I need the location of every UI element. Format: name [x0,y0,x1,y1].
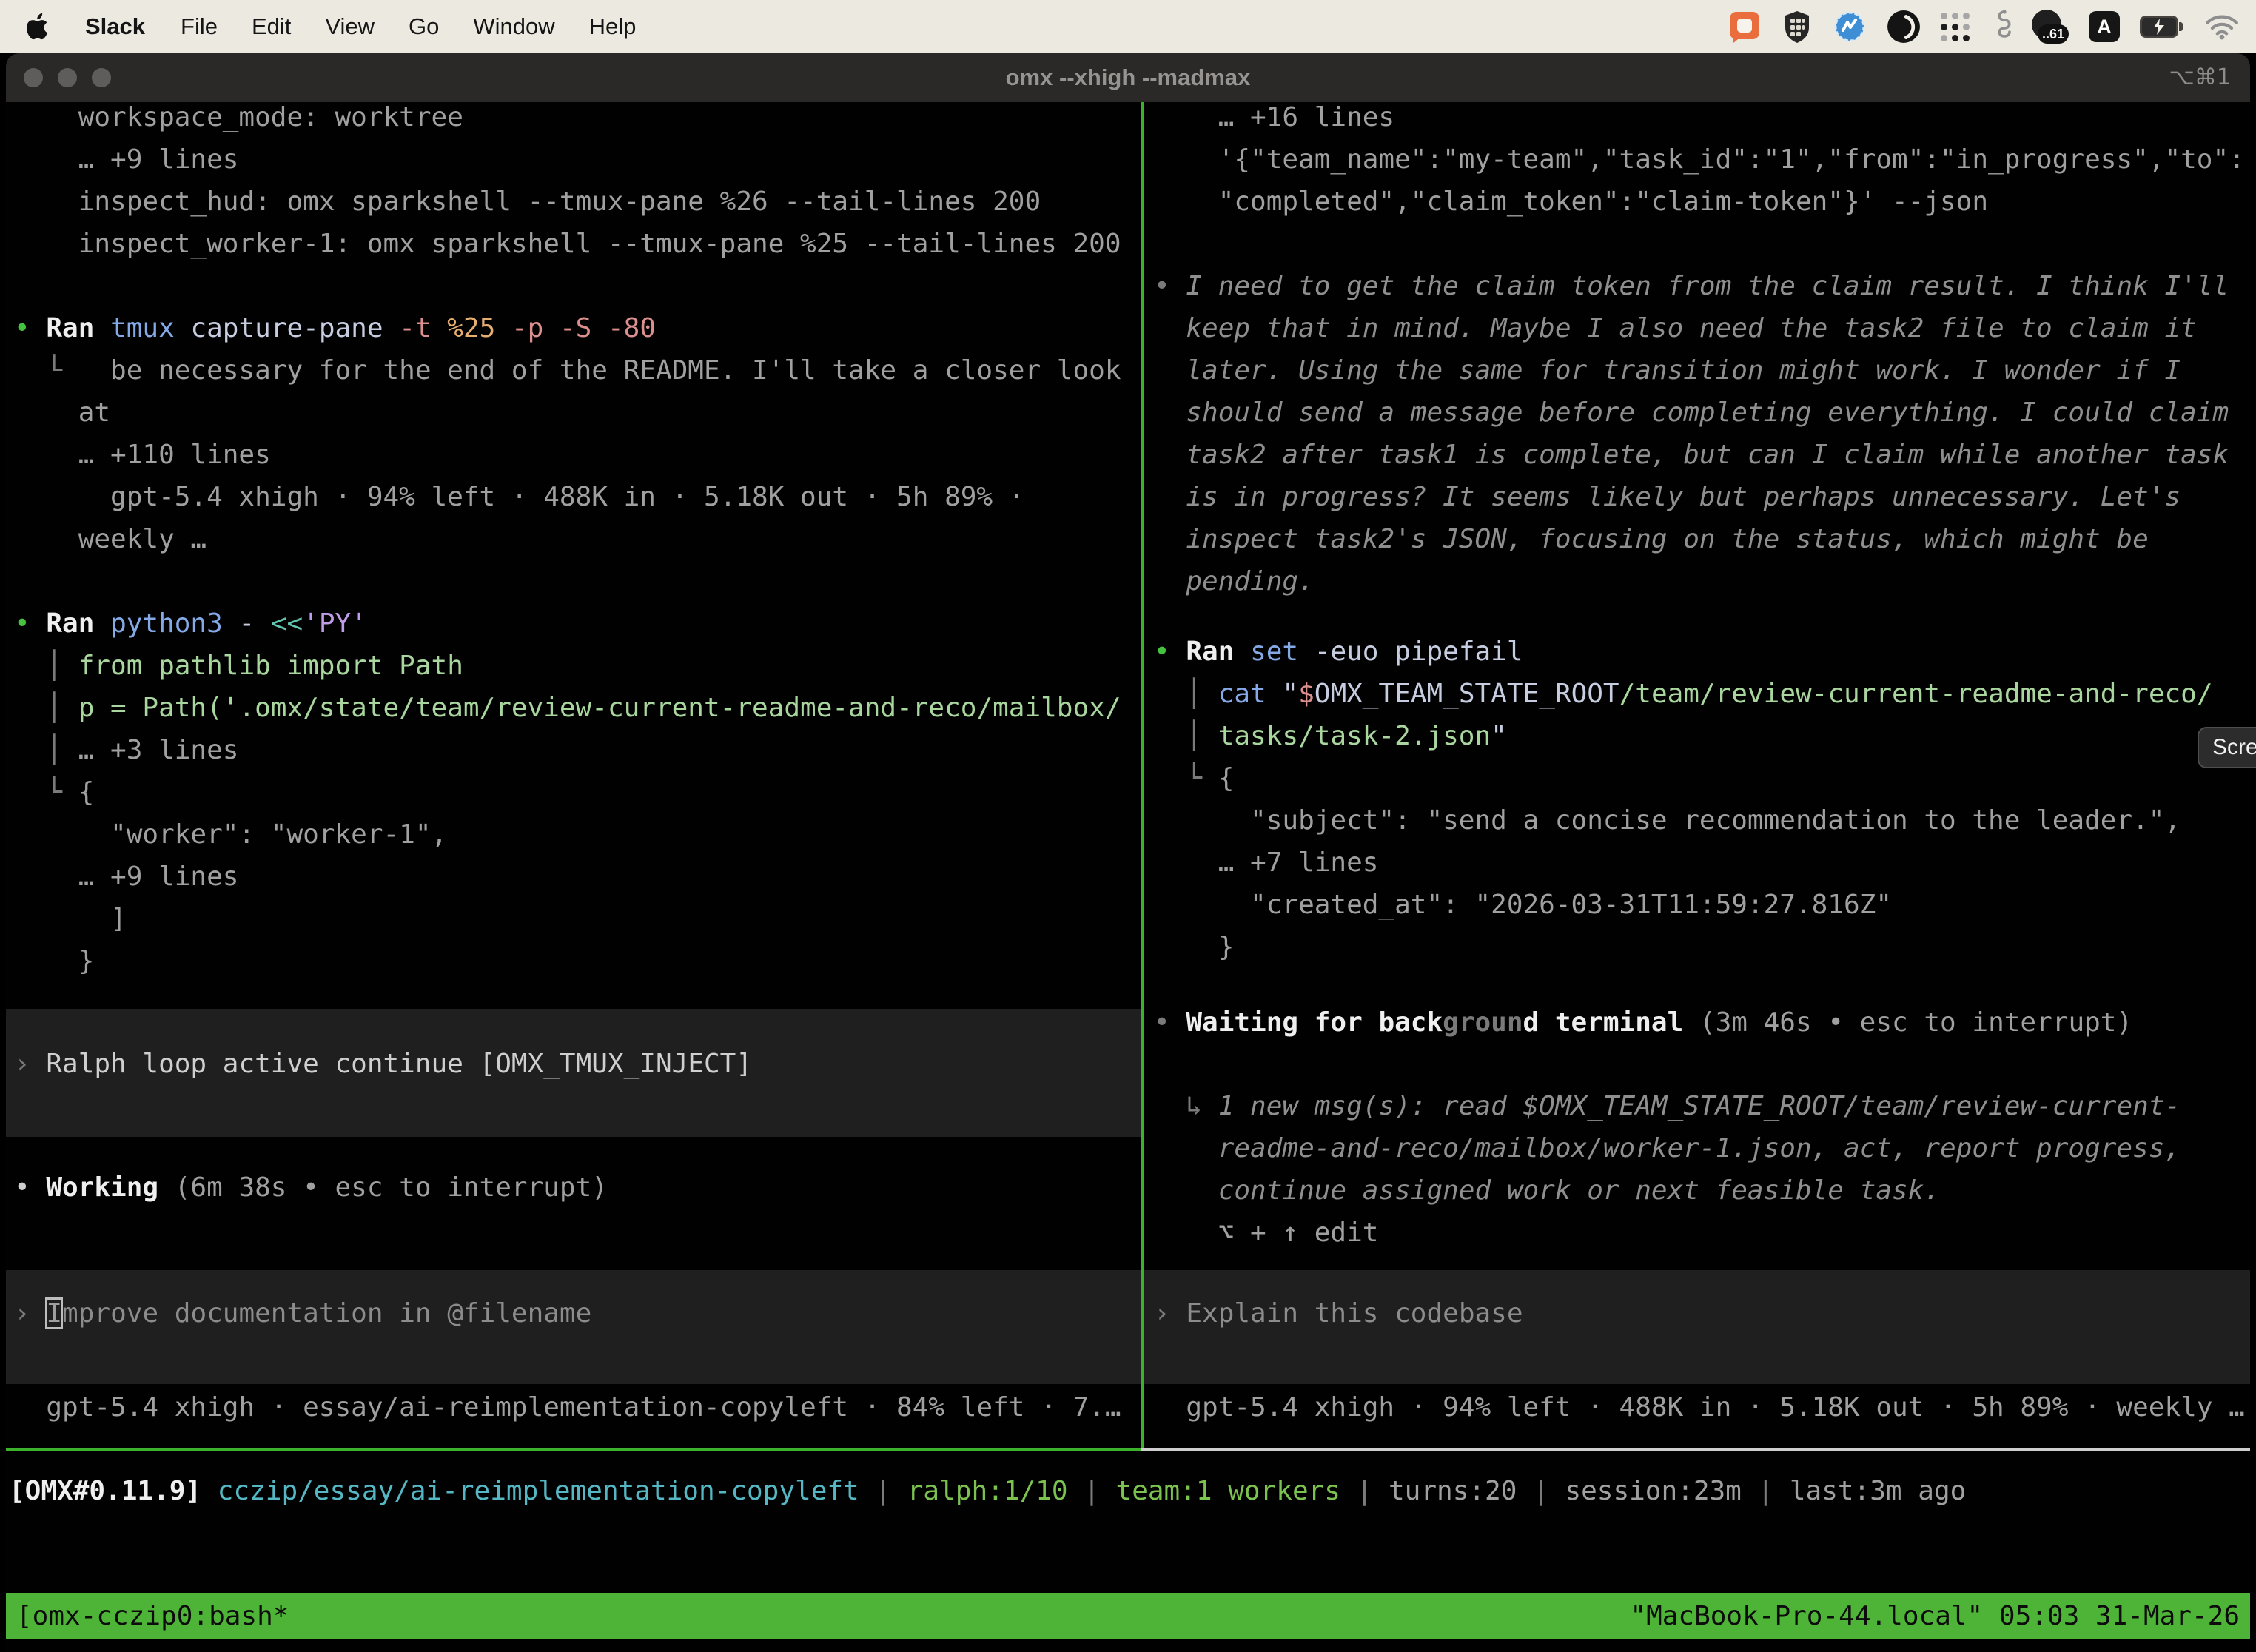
left-pane-line: gpt-5.4 xhigh · essay/ai-reimplementatio… [14,1386,1121,1428]
left-pane-line: … +9 lines [14,138,238,181]
right-pane-line: readme-and-reco/mailbox/worker-1.json, a… [1154,1127,2181,1169]
right-pane-line: } [1154,926,1234,968]
right-pane-line: └ { [1154,757,1234,799]
left-pane-line: › Ralph loop active continue [OMX_TMUX_I… [14,1043,752,1085]
apple-logo-icon [25,13,49,41]
network-bolt-icon[interactable] [1833,10,1867,44]
wifi-icon[interactable] [2204,13,2240,40]
left-pane-line: inspect_hud: omx sparkshell --tmux-pane … [14,181,1041,223]
left-pane-line: │ from pathlib import Path [14,645,463,687]
screenshot-tooltip: Scre [2198,727,2256,768]
right-pane-line: gpt-5.4 xhigh · 94% left · 488K in · 5.1… [1154,1386,2245,1428]
left-pane-line: └ be necessary for the end of the README… [14,349,1121,392]
right-pane-line: │ tasks/task-2.json" [1154,715,1507,757]
menu-window[interactable]: Window [456,0,571,53]
menu-view[interactable]: View [308,0,392,53]
left-pane-line: └ { [14,771,94,813]
keyboard-layout-label: A [2097,16,2112,38]
right-pane-line: • Ran set -euo pipefail [1154,631,1523,673]
right-pane-line: ⌥ + ↑ edit [1154,1212,1378,1254]
right-pane-line: is in progress? It seems likely but perh… [1154,476,2181,518]
shield-grid-icon[interactable] [1782,10,1813,44]
menu-help[interactable]: Help [572,0,654,53]
charging-bolt-icon [2150,18,2168,36]
right-pane-line: should send a message before completing … [1154,392,2229,434]
titlebar[interactable]: omx --xhigh --madmax ⌥⌘1 [6,53,2250,102]
right-pane-line: "subject": "send a concise recommendatio… [1154,799,2181,842]
tmux-session-label: [omx-cczip0:bash* [16,1601,289,1631]
left-pane-line: … +110 lines [14,434,271,476]
keyboard-layout-icon[interactable]: A [2089,11,2120,42]
dark-crescent-icon[interactable] [1887,10,1921,44]
left-pane-line: weekly … [14,518,207,560]
squiggle-icon[interactable] [1990,9,2012,44]
tmux-host-clock: "MacBook-Pro-44.local" 05:03 31-Mar-26 [1630,1601,2240,1631]
pane-divider[interactable] [1141,102,1144,1448]
chat-app-icon[interactable] [1728,10,1762,44]
left-pane-line: … +9 lines [14,856,238,898]
menu-edit[interactable]: Edit [235,0,308,53]
left-pane-line: › Improve documentation in @filename [14,1292,591,1334]
left-pane-line: • Working (6m 38s • esc to interrupt) [14,1166,608,1209]
battery-nub [2179,22,2183,31]
right-pane-line: … +7 lines [1154,842,1378,884]
pane-border-bottom-active [6,1448,1141,1451]
menubar-menus: Slack File Edit View Go Window Help [0,0,653,53]
pane-border-bottom-inactive [1141,1448,2250,1451]
left-pane-line: at [14,392,110,434]
left-pane-line: } [14,940,94,982]
right-pane-line: › Explain this codebase [1154,1292,1523,1334]
tooltip-text: Scre [2212,735,2256,759]
left-pane-line: • Ran python3 - <<'PY' [14,602,367,645]
right-pane-line: "created_at": "2026-03-31T11:59:27.816Z" [1154,884,1892,926]
left-pane-line: │ … +3 lines [14,729,238,771]
menu-app-name[interactable]: Slack [67,0,164,53]
right-pane-line: "completed","claim_token":"claim-token"}… [1154,181,1988,223]
right-pane-line: • Waiting for background terminal (3m 46… [1154,1001,2132,1044]
battery-icon[interactable] [2140,16,2184,38]
right-pane-line: task2 after task1 is complete, but can I… [1154,434,2229,476]
menu-file[interactable]: File [164,0,235,53]
right-pane-line: ↳ 1 new msg(s): read $OMX_TEAM_STATE_ROO… [1154,1085,2181,1127]
right-pane-line: … +16 lines [1154,96,1394,138]
dots-grid-icon[interactable] [1941,13,1970,41]
left-pane-line: ] [14,898,127,940]
left-pane-line: workspace_mode: worktree [14,96,463,138]
left-pane-line: "worker": "worker-1", [14,813,447,856]
left-pane-line: gpt-5.4 xhigh · 94% left · 488K in · 5.1… [14,476,1024,518]
right-pane-line: later. Using the same for transition mig… [1154,349,2181,392]
menu-go[interactable]: Go [392,0,456,53]
right-pane-line: │ cat "$OMX_TEAM_STATE_ROOT/team/review-… [1154,673,2213,715]
screen: Slack File Edit View Go Window Help [0,0,2256,1652]
right-pane-line: continue assigned work or next feasible … [1154,1169,1940,1212]
window-title: omx --xhigh --madmax [6,53,2250,102]
left-pane-line: │ p = Path('.omx/state/team/review-curre… [14,687,1121,729]
badge-count: ..61 [2038,24,2069,44]
window-shortcut-hint: ⌥⌘1 [2169,53,2231,102]
apple-menu-icon[interactable] [0,13,67,41]
left-pane-line: • Ran tmux capture-pane -t %25 -p -S -80 [14,307,656,349]
menubar-status-icons: ..61 A [1728,0,2256,53]
countdown-badge-icon[interactable]: ..61 [2032,10,2069,44]
menubar: Slack File Edit View Go Window Help [0,0,2256,53]
right-pane-line: pending. [1154,560,1315,602]
right-pane-line: inspect task2's JSON, focusing on the st… [1154,518,2149,560]
right-pane-line: keep that in mind. Maybe I also need the… [1154,307,2197,349]
left-pane-line: inspect_worker-1: omx sparkshell --tmux-… [14,223,1121,265]
right-pane-line: '{"team_name":"my-team","task_id":"1","f… [1154,138,2245,181]
tmux-status-bar: [omx-cczip0:bash* "MacBook-Pro-44.local"… [6,1593,2250,1639]
hud-pane-line: [OMX#0.11.9] cczip/essay/ai-reimplementa… [9,1470,1966,1512]
right-pane-line: • I need to get the claim token from the… [1154,265,2229,307]
